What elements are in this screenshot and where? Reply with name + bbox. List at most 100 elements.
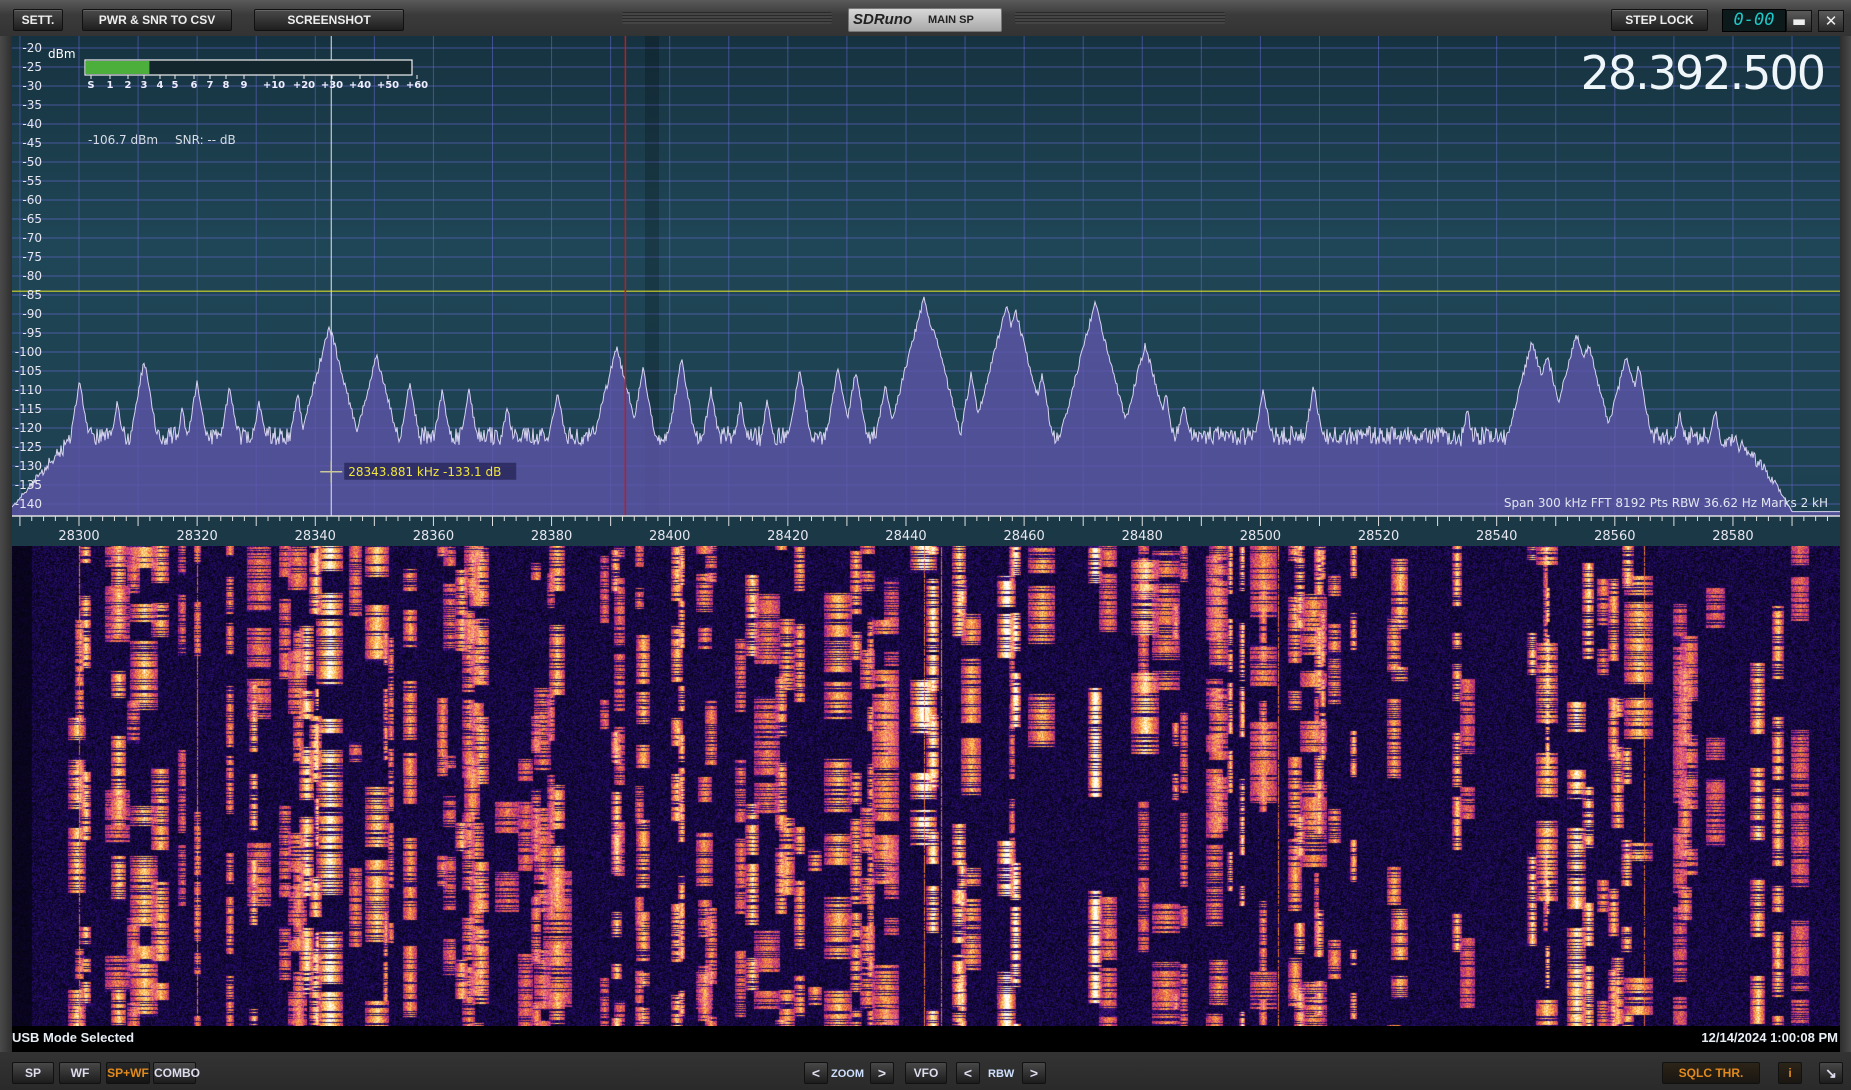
smeter-scale-label: 9: [241, 80, 248, 91]
smeter-scale-label: +50: [377, 80, 399, 91]
combo-view-button[interactable]: COMBO: [153, 1062, 200, 1084]
rbw-next-button[interactable]: >: [1022, 1062, 1046, 1084]
smeter-scale-label: 3: [141, 80, 148, 91]
x-tick-label: 28500: [1240, 529, 1281, 544]
x-tick-label: 28560: [1594, 529, 1635, 544]
zoom-in-button[interactable]: >: [870, 1062, 894, 1084]
y-tick-label: -95: [22, 326, 42, 340]
spectrum-fill: [12, 296, 1840, 516]
smeter-scale-label: 6: [191, 80, 198, 91]
mode-status: USB Mode Selected: [12, 1030, 135, 1045]
x-tick-label: 28400: [649, 529, 690, 544]
y-tick-label: -120: [15, 421, 42, 435]
y-tick-label: -140: [15, 497, 42, 511]
y-tick-label: -50: [22, 155, 42, 169]
window-name: MAIN SP: [928, 14, 974, 26]
app-brand: SDRuno: [853, 11, 913, 28]
info-button[interactable]: i: [1778, 1062, 1802, 1084]
step-lock-button[interactable]: STEP LOCK: [1611, 9, 1708, 31]
snr-readout: SNR: -- dB: [175, 133, 236, 147]
rbw-label: RBW: [988, 1068, 1015, 1080]
x-tick-label: 28360: [413, 529, 454, 544]
wf-view-button[interactable]: WF: [59, 1062, 101, 1084]
drag-grip-right[interactable]: [1015, 12, 1225, 24]
y-tick-label: -45: [22, 136, 42, 150]
resize-icon[interactable]: ↘: [1819, 1062, 1843, 1084]
smeter-scale-label: 7: [207, 80, 214, 91]
y-tick-label: -60: [22, 193, 42, 207]
rbw-prev-button[interactable]: <: [956, 1062, 980, 1084]
y-tick-label: -125: [15, 440, 42, 454]
y-tick-label: -105: [15, 364, 42, 378]
frequency-display[interactable]: 28.392.500: [1581, 46, 1826, 100]
smeter-scale-label: +20: [293, 80, 315, 91]
y-tick-label: -110: [15, 383, 42, 397]
spectrum-panel[interactable]: -20 -25 -30 -35 -40 -45 -50 -55 -60 -65 -70 -75 -80 -…: [12, 36, 1840, 546]
y-tick-label: -55: [22, 174, 42, 188]
x-tick-label: 28320: [176, 529, 217, 544]
vfo-button[interactable]: VFO: [905, 1062, 947, 1084]
frequency-axis-labels: 28300 28320 28340 28360 28380 28400 28420 28440…: [58, 529, 1753, 544]
datetime-display: 12/14/2024 1:00:08 PM: [1701, 1030, 1838, 1045]
screenshot-button[interactable]: SCREENSHOT: [254, 9, 404, 31]
y-tick-label: -130: [15, 459, 42, 473]
smeter-scale-label: 8: [223, 80, 230, 91]
spectrum-info-line: Span 300 kHz FFT 8192 Pts RBW 36.62 Hz M…: [1504, 496, 1828, 510]
x-tick-label: 28540: [1476, 529, 1517, 544]
settings-button[interactable]: SETT.: [13, 9, 63, 31]
step-display[interactable]: 0-00: [1722, 9, 1786, 32]
window-frame-left: [0, 36, 12, 1052]
x-tick-label: 28520: [1358, 529, 1399, 544]
y-tick-label: -65: [22, 212, 42, 226]
sp-view-button[interactable]: SP: [12, 1062, 54, 1084]
drag-grip-left[interactable]: [622, 12, 832, 24]
y-tick-label: -25: [22, 60, 42, 74]
y-tick-label: -115: [15, 402, 42, 416]
smeter-scale-label: S: [87, 80, 94, 91]
y-tick-label: -70: [22, 231, 42, 245]
y-tick-label: -75: [22, 250, 42, 264]
zoom-out-button[interactable]: <: [804, 1062, 828, 1084]
x-tick-label: 28580: [1712, 529, 1753, 544]
smeter-scale-label: 2: [125, 80, 132, 91]
smeter-scale-label: 1: [107, 80, 114, 91]
smeter-scale-label: +40: [349, 80, 371, 91]
waterfall-canvas[interactable]: [12, 546, 1840, 1026]
y-tick-label: -30: [22, 79, 42, 93]
smeter-scale-label: +30: [321, 80, 343, 91]
x-tick-label: 28460: [1003, 529, 1044, 544]
smeter-scale-label: +60: [406, 80, 428, 91]
window-title: SDRuno MAIN SP: [848, 8, 1002, 32]
status-bar: USB Mode Selected 12/14/2024 1:00:08 PM: [12, 1026, 1840, 1052]
waterfall-display[interactable]: [12, 546, 1840, 1026]
y-tick-label: -20: [22, 41, 42, 55]
zoom-label: ZOOM: [831, 1068, 864, 1080]
minimize-button[interactable]: ▬: [1786, 10, 1812, 32]
smeter-scale-label: 4: [157, 80, 164, 91]
bottom-toolbar: SP WF SP+WF COMBO < ZOOM > VFO < RBW > S…: [0, 1052, 1851, 1090]
pwr-snr-to-csv-button[interactable]: PWR & SNR TO CSV: [82, 9, 232, 31]
top-toolbar: SETT. PWR & SNR TO CSV SCREENSHOT SDRuno…: [0, 0, 1851, 36]
y-tick-label: -40: [22, 117, 42, 131]
y-tick-label: -90: [22, 307, 42, 321]
x-tick-label: 28340: [295, 529, 336, 544]
smeter-scale-label: +10: [263, 80, 285, 91]
sp-wf-view-button[interactable]: SP+WF: [106, 1062, 150, 1084]
x-tick-label: 28480: [1122, 529, 1163, 544]
x-tick-label: 28420: [767, 529, 808, 544]
smeter-bar: [86, 61, 150, 74]
window-frame-right: [1840, 36, 1851, 1052]
spectrum-plot[interactable]: -20 -25 -30 -35 -40 -45 -50 -55 -60 -65 -70 -75 -80 -…: [12, 36, 1840, 546]
close-button[interactable]: ✕: [1818, 10, 1844, 32]
y-tick-label: -135: [15, 478, 42, 492]
y-tick-label: -85: [22, 288, 42, 302]
y-tick-label: -35: [22, 98, 42, 112]
y-tick-label: -80: [22, 269, 42, 283]
squelch-threshold-button[interactable]: SQLC THR.: [1662, 1062, 1760, 1084]
unit-label: dBm: [48, 47, 76, 61]
cursor-crosshair: 28343.881 kHz -133.1 dB: [320, 460, 517, 483]
cursor-readout: 28343.881 kHz -133.1 dB: [348, 465, 501, 479]
x-tick-label: 28300: [58, 529, 99, 544]
x-tick-label: 28440: [885, 529, 926, 544]
y-tick-label: -100: [15, 345, 42, 359]
